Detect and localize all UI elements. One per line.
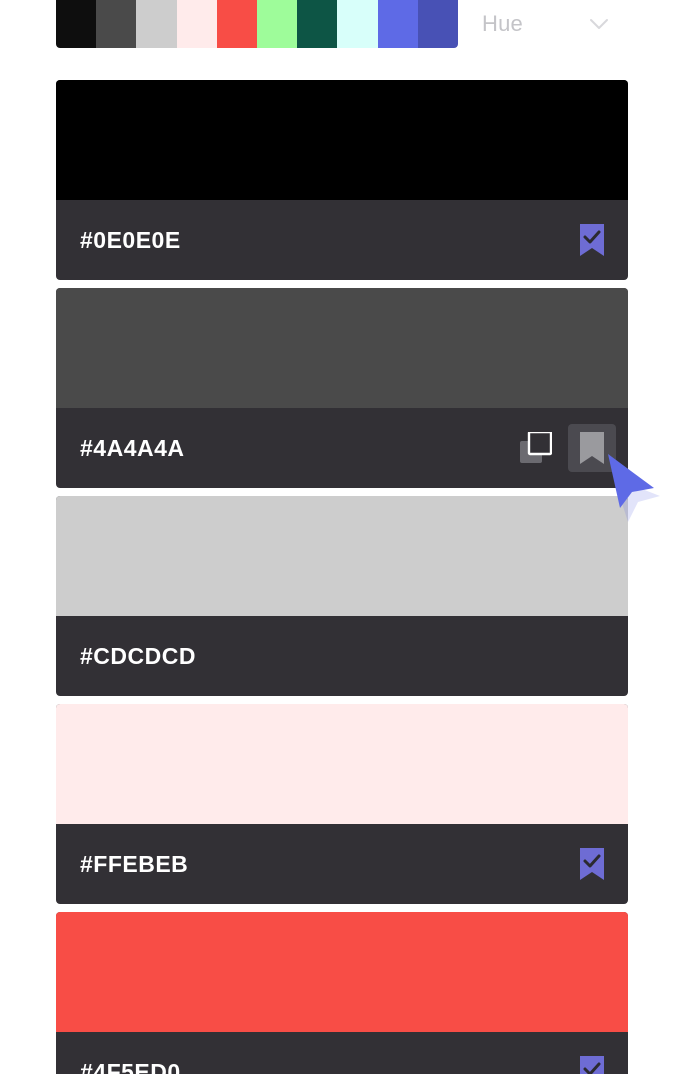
card-actions xyxy=(568,1048,616,1074)
sort-dropdown-label: Hue xyxy=(482,11,523,36)
palette-swatch[interactable] xyxy=(257,0,298,48)
color-card-footer: #CDCDCD xyxy=(56,616,628,696)
copy-icon xyxy=(520,432,552,464)
bookmark-check-icon xyxy=(580,848,604,880)
color-preview[interactable] xyxy=(56,704,628,824)
copy-button[interactable] xyxy=(512,424,560,472)
palette-swatch[interactable] xyxy=(377,0,418,48)
sort-dropdown[interactable]: Hue xyxy=(482,0,628,48)
color-card-footer: #4A4A4A xyxy=(56,408,628,488)
color-card-list: #0E0E0E #4A4A4A #CDCDCD #FFEBEB #4F5ED0 xyxy=(56,80,628,1074)
palette-swatch[interactable] xyxy=(96,0,137,48)
color-card[interactable]: #0E0E0E xyxy=(56,80,628,280)
bookmark-check-icon xyxy=(580,224,604,256)
palette-swatch[interactable] xyxy=(176,0,217,48)
card-actions xyxy=(512,424,616,472)
color-card-footer: #FFEBEB xyxy=(56,824,628,904)
hex-code-label: #FFEBEB xyxy=(80,850,189,877)
card-actions xyxy=(568,216,616,264)
palette-swatch[interactable] xyxy=(136,0,177,48)
palette-swatch[interactable] xyxy=(216,0,258,48)
palette-swatch[interactable] xyxy=(56,0,97,48)
palette-swatch[interactable] xyxy=(417,0,458,48)
chevron-down-icon xyxy=(588,13,610,35)
palette-strip xyxy=(56,0,458,48)
hex-code-label: #4F5ED0 xyxy=(80,1058,181,1074)
color-card-footer: #4F5ED0 xyxy=(56,1032,628,1074)
bookmark-check-icon xyxy=(580,1056,604,1074)
palette-swatch[interactable] xyxy=(337,0,378,48)
bookmark-button[interactable] xyxy=(568,1048,616,1074)
color-card[interactable]: #CDCDCD xyxy=(56,496,628,696)
bookmark-button[interactable] xyxy=(568,216,616,264)
palette-swatch[interactable] xyxy=(297,0,338,48)
bookmark-button[interactable] xyxy=(568,424,616,472)
color-card[interactable]: #FFEBEB xyxy=(56,704,628,904)
color-preview[interactable] xyxy=(56,912,628,1032)
color-card[interactable]: #4F5ED0 xyxy=(56,912,628,1074)
hex-code-label: #CDCDCD xyxy=(80,642,196,669)
color-preview[interactable] xyxy=(56,288,628,408)
hex-code-label: #4A4A4A xyxy=(80,434,185,461)
color-card-footer: #0E0E0E xyxy=(56,200,628,280)
card-actions xyxy=(568,840,616,888)
palette-page: Hue #0E0E0E #4A4A4A #CDCDCD #FFEBEB #4F5ED0 xyxy=(0,0,680,1074)
hex-code-label: #0E0E0E xyxy=(80,226,181,253)
color-card[interactable]: #4A4A4A xyxy=(56,288,628,488)
color-preview[interactable] xyxy=(56,80,628,200)
color-preview[interactable] xyxy=(56,496,628,616)
bookmark-icon xyxy=(580,432,604,464)
bookmark-button[interactable] xyxy=(568,840,616,888)
